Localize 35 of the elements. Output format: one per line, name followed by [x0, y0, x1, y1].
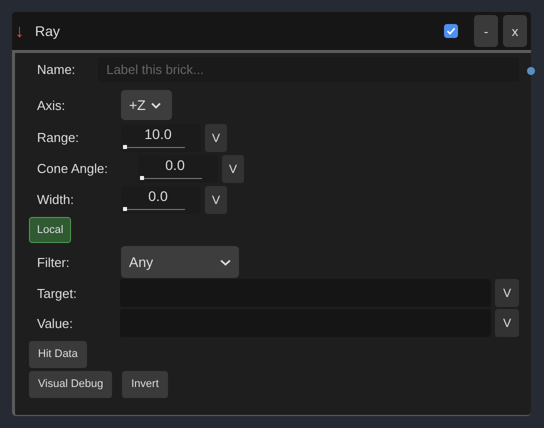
- expand-button[interactable]: V: [205, 186, 227, 214]
- text-field[interactable]: [120, 279, 492, 307]
- field-label: Value:: [37, 316, 74, 330]
- toggle-button[interactable]: Visual Debug: [29, 370, 112, 398]
- expand-button[interactable]: V: [495, 279, 520, 307]
- toggle-button[interactable]: Hit Data: [29, 340, 87, 368]
- field-label: Cone Angle:: [37, 161, 109, 176]
- local-toggle[interactable]: Local: [29, 217, 72, 243]
- filter-dropdown[interactable]: Any: [121, 246, 239, 278]
- field-label: Range:: [37, 130, 80, 145]
- number-field[interactable]: 10.0: [121, 124, 201, 152]
- axis-dropdown[interactable]: +Z: [121, 90, 172, 120]
- name-label: Name:: [36, 62, 76, 76]
- number-field[interactable]: 0.0: [138, 154, 218, 182]
- chevron-down-icon: [150, 102, 161, 108]
- header-button[interactable]: -: [474, 15, 498, 47]
- expand-button[interactable]: V: [495, 309, 520, 337]
- slider-thumb[interactable]: [140, 176, 144, 180]
- toggle-button[interactable]: Invert: [122, 370, 168, 398]
- field-label: Target:: [37, 286, 78, 300]
- header-button[interactable]: x: [503, 15, 527, 47]
- field-label: Width:: [37, 192, 75, 207]
- axis-label: Axis:: [37, 98, 66, 112]
- filter-label: Filter:: [37, 254, 70, 270]
- chevron-down-icon: [220, 258, 231, 266]
- slider-thumb[interactable]: [123, 206, 127, 210]
- brick-title: Ray: [35, 23, 60, 39]
- port-icon[interactable]: [527, 67, 535, 75]
- expand-button[interactable]: V: [205, 124, 227, 152]
- arrow-label: ↓: [15, 20, 25, 42]
- slider-thumb[interactable]: [123, 144, 127, 148]
- number-field[interactable]: 0.0: [121, 186, 201, 214]
- name-field[interactable]: Label this brick...: [98, 56, 519, 82]
- expand-button[interactable]: V: [222, 154, 244, 182]
- enable-checkbox[interactable]: [444, 24, 458, 38]
